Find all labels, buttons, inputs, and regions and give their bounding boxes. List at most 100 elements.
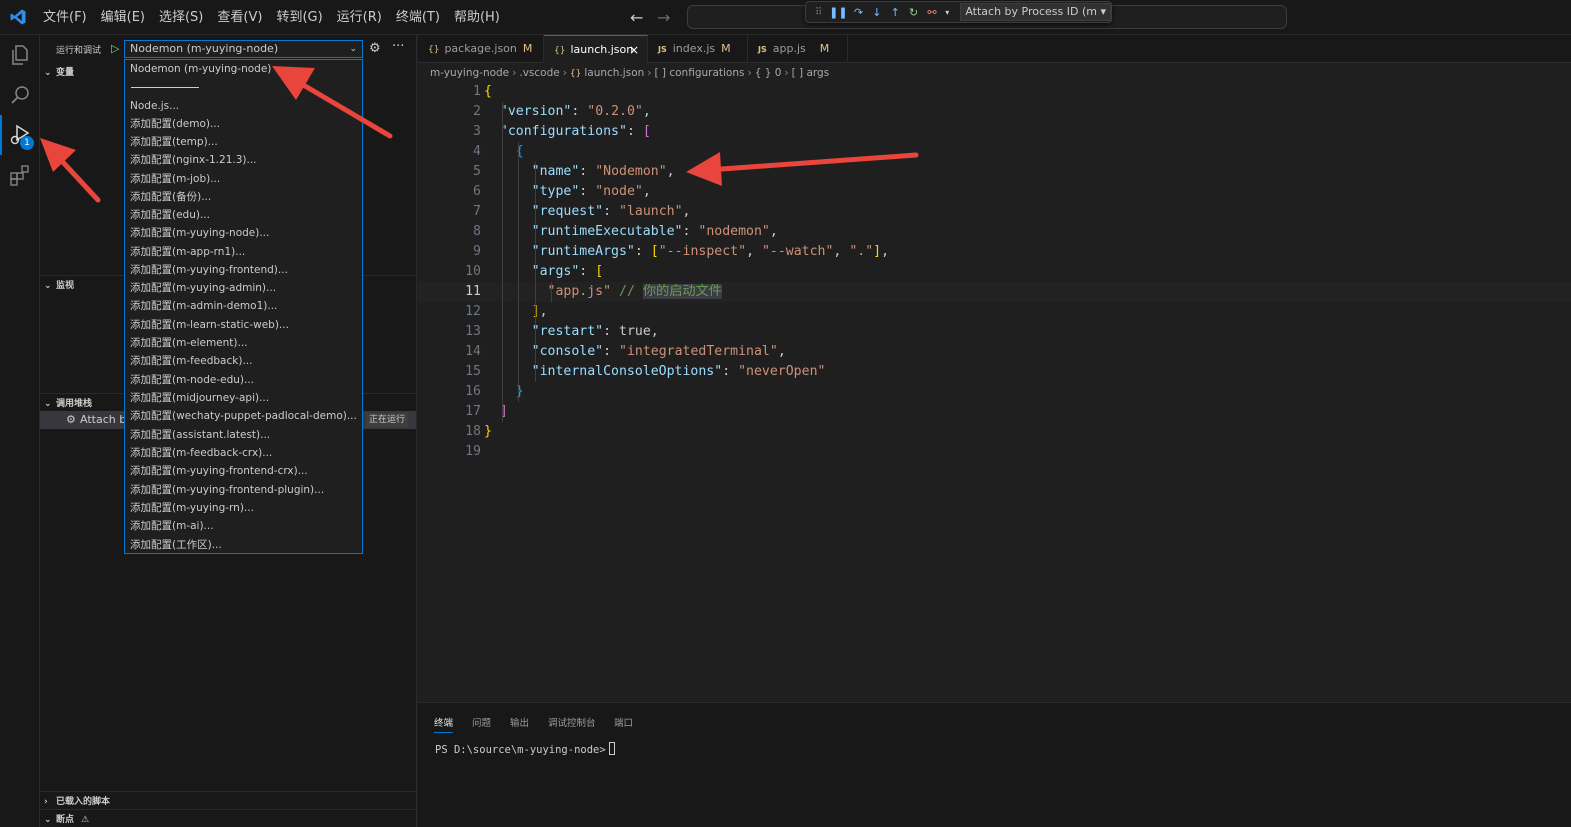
line-number: 1 (473, 84, 481, 99)
dropdown-item[interactable]: 添加配置(wechaty-puppet-padlocal-demo)... (125, 407, 362, 425)
restart-icon[interactable]: ↻ (907, 4, 919, 20)
step-into-icon[interactable]: ↓ (871, 4, 883, 20)
tab-package-json[interactable]: {} package.json M (418, 35, 544, 63)
dropdown-item[interactable]: 添加配置(m-yuying-frontend)... (125, 261, 362, 279)
dropdown-item[interactable]: 添加配置(temp)... (125, 133, 362, 151)
menu-edit[interactable]: 编辑(E) (94, 0, 152, 35)
breadcrumb-item[interactable]: [ ] configurations (654, 67, 744, 79)
dropdown-item[interactable]: 添加配置(m-yuying-admin)... (125, 279, 362, 297)
tab-app-js[interactable]: JS app.js M (748, 35, 848, 63)
dropdown-item[interactable]: 添加配置(m-yuying-frontend-crx)... (125, 462, 362, 480)
terminal-prompt[interactable]: PS D:\source\m-yuying-node> (435, 742, 615, 756)
gear-icon[interactable]: ⚙ (369, 41, 381, 56)
code-line[interactable]: 6 "type": "node", (418, 182, 1571, 202)
line-number: 5 (473, 164, 481, 179)
breadcrumb-item[interactable]: [ ] args (792, 67, 830, 79)
code-line[interactable]: 11 "app.js" // 你的启动文件 (418, 282, 1571, 302)
menu-view[interactable]: 查看(V) (210, 0, 269, 35)
panel-tab-output[interactable]: 输出 (510, 715, 529, 729)
forward-arrow-icon[interactable]: → (657, 8, 670, 27)
panel-tab-terminal[interactable]: 终端 (434, 715, 454, 733)
dropdown-item[interactable]: 添加配置(m-admin-demo1)... (125, 297, 362, 315)
dropdown-item[interactable]: 添加配置(assistant.latest)... (125, 426, 362, 444)
extensions-icon[interactable] (8, 163, 32, 187)
disconnect-icon[interactable]: ⚯ (926, 4, 938, 20)
code-line[interactable]: 13 "restart": true, (418, 322, 1571, 342)
dropdown-item[interactable]: 添加配置(m-node-edu)... (125, 371, 362, 389)
close-icon[interactable]: × (629, 36, 639, 64)
tab-index-js[interactable]: JS index.js M (648, 35, 748, 63)
dropdown-item[interactable]: 添加配置(备份)... (125, 188, 362, 206)
dropdown-item[interactable]: 添加配置(nginx-1.21.3)... (125, 151, 362, 169)
tab-label: package.json (444, 42, 517, 55)
code-line[interactable]: 17 ] (418, 402, 1571, 422)
code-line[interactable]: 3 "configurations": [ (418, 122, 1571, 142)
menu-help[interactable]: 帮助(H) (447, 0, 507, 35)
dropdown-item[interactable]: 添加配置(工作区)... (125, 536, 362, 554)
start-debugging-icon[interactable]: ▷ (111, 42, 119, 55)
code-line[interactable]: 5 "name": "Nodemon", (418, 162, 1571, 182)
code-line[interactable]: 8 "runtimeExecutable": "nodemon", (418, 222, 1571, 242)
panel-tab-debug-console[interactable]: 调试控制台 (548, 715, 596, 729)
panel-tab-ports[interactable]: 端口 (614, 715, 633, 729)
code-line[interactable]: 10 "args": [ (418, 262, 1571, 282)
code-line[interactable]: 18} (418, 422, 1571, 442)
code-line[interactable]: 9 "runtimeArgs": ["--inspect", "--watch"… (418, 242, 1571, 262)
search-icon[interactable] (8, 83, 32, 107)
dropdown-item[interactable]: 添加配置(m-app-rn1)... (125, 243, 362, 261)
dropdown-item[interactable]: 添加配置(m-yuying-rn)... (125, 499, 362, 517)
line-number: 10 (465, 264, 481, 279)
breadcrumb-item[interactable]: m-yuying-node (430, 67, 509, 79)
launch-config-select[interactable]: Nodemon (m-yuying-node) ⌄ (124, 40, 363, 58)
menu-run[interactable]: 运行(R) (330, 0, 389, 35)
menu-selection[interactable]: 选择(S) (152, 0, 210, 35)
dropdown-item[interactable]: 添加配置(m-feedback)... (125, 352, 362, 370)
line-number: 4 (473, 144, 481, 159)
menu-terminal[interactable]: 终端(T) (389, 0, 447, 35)
breadcrumb-item[interactable]: launch.json (584, 67, 644, 79)
breadcrumb-item[interactable]: .vscode (519, 67, 559, 79)
chevron-down-icon[interactable]: ▾ (944, 4, 950, 20)
dropdown-item[interactable]: 添加配置(midjourney-api)... (125, 389, 362, 407)
menu-go[interactable]: 转到(G) (269, 0, 329, 35)
section-breakpoints[interactable]: ⌄ 断点 ⚠ (40, 809, 416, 827)
dropdown-item[interactable]: 添加配置(m-yuying-frontend-plugin)... (125, 481, 362, 499)
code-line[interactable]: 19 (418, 442, 1571, 462)
back-arrow-icon[interactable]: ← (630, 8, 643, 27)
code-line[interactable]: 16 } (418, 382, 1571, 402)
tab-launch-json[interactable]: {} launch.json × (544, 35, 648, 63)
code-line[interactable]: 7 "request": "launch", (418, 202, 1571, 222)
drag-grip-icon[interactable]: ⠿ (812, 4, 824, 20)
dropdown-item[interactable]: 添加配置(m-feedback-crx)... (125, 444, 362, 462)
dropdown-item[interactable]: 添加配置(edu)... (125, 206, 362, 224)
vscode-logo-icon[interactable] (9, 8, 27, 26)
code-text: "app.js" // 你的启动文件 (547, 284, 722, 299)
step-out-icon[interactable]: ↑ (889, 4, 901, 20)
files-icon[interactable] (8, 43, 32, 67)
debug-session-select[interactable]: Attach by Process ID (m ▾ (960, 3, 1112, 21)
breadcrumb-item[interactable]: { } 0 (755, 67, 782, 79)
section-loaded-scripts[interactable]: › 已载入的脚本 (40, 791, 416, 811)
dropdown-item[interactable]: 添加配置(m-yuying-node)... (125, 224, 362, 242)
dropdown-item[interactable]: 添加配置(m-ai)... (125, 517, 362, 535)
code-line[interactable]: 2 "version": "0.2.0", (418, 102, 1571, 122)
step-over-icon[interactable]: ↷ (852, 4, 864, 20)
js-file-icon: JS (758, 45, 767, 54)
pause-icon[interactable]: ❚❚ (829, 4, 847, 20)
menu-file[interactable]: 文件(F) (36, 0, 94, 35)
dropdown-item[interactable]: 添加配置(m-job)... (125, 170, 362, 188)
code-editor[interactable]: 1{2 "version": "0.2.0", 3 "configurations… (418, 82, 1571, 702)
code-line[interactable]: 4 { (418, 142, 1571, 162)
launch-config-dropdown: Nodemon (m-yuying-node) Node.js... 添加配置(… (124, 59, 363, 554)
dropdown-item[interactable]: Node.js... (125, 97, 362, 115)
panel-tab-problems[interactable]: 问题 (472, 715, 491, 729)
code-line[interactable]: 15 "internalConsoleOptions": "neverOpen" (418, 362, 1571, 382)
dropdown-item[interactable]: Nodemon (m-yuying-node) (125, 60, 362, 78)
dropdown-item[interactable]: 添加配置(m-learn-static-web)... (125, 316, 362, 334)
code-line[interactable]: 12 ], (418, 302, 1571, 322)
code-line[interactable]: 1{ (418, 82, 1571, 102)
more-actions-icon[interactable]: ··· (392, 39, 404, 54)
dropdown-item[interactable]: 添加配置(m-element)... (125, 334, 362, 352)
code-line[interactable]: 14 "console": "integratedTerminal", (418, 342, 1571, 362)
dropdown-item[interactable]: 添加配置(demo)... (125, 115, 362, 133)
